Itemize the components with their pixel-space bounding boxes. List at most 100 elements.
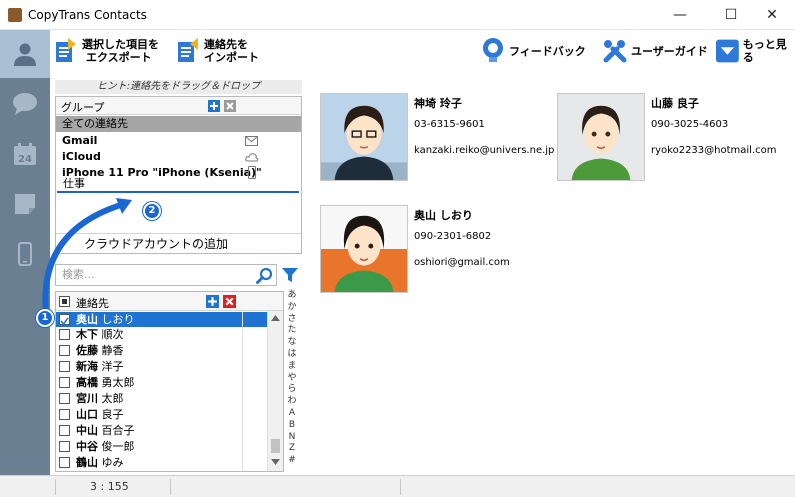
maximize-button[interactable]: ☐ <box>708 0 754 30</box>
export-selected-button[interactable]: 選択した項目を エクスポート <box>54 34 159 68</box>
chat-bubble-icon <box>13 93 37 115</box>
filter-icon[interactable] <box>281 266 299 284</box>
nav-calendar-button[interactable]: 24 <box>0 130 50 178</box>
contact-checkbox[interactable] <box>59 441 70 452</box>
contact-row[interactable]: 中谷 俊一郎 <box>56 439 267 454</box>
delete-group-icon[interactable] <box>224 100 236 112</box>
nav-contacts-button[interactable] <box>0 30 50 78</box>
contact-last-name: 山口 <box>76 408 98 421</box>
contact-first-name: 勇太郎 <box>101 376 135 389</box>
alpha-index-item[interactable]: た <box>286 325 298 337</box>
alpha-index-item[interactable]: A <box>286 408 298 420</box>
contacts-scrollbar[interactable] <box>267 311 283 471</box>
contact-row[interactable]: 高橋 勇太郎 <box>56 375 267 390</box>
chevron-down-icon <box>716 39 739 63</box>
contact-row[interactable]: 山口 良子 <box>56 407 267 422</box>
status-count: 3 : 155 <box>90 480 129 493</box>
contact-last-name: 中谷 <box>76 440 98 453</box>
add-group-icon[interactable] <box>208 100 220 112</box>
alpha-index-item[interactable]: # <box>286 455 298 467</box>
column-separator <box>242 311 243 471</box>
gmail-icon <box>245 136 258 146</box>
scroll-up-icon[interactable] <box>271 315 280 321</box>
add-contact-icon[interactable] <box>206 295 219 308</box>
alpha-index-item[interactable]: B <box>286 420 298 432</box>
tools-icon <box>603 40 627 63</box>
contact-row[interactable]: 新海 洋子 <box>56 359 267 374</box>
contact-checkbox[interactable] <box>59 425 70 436</box>
alpha-index-item[interactable]: や <box>286 373 298 385</box>
drag-drop-hint: ヒント:連絡先をドラッグ＆ドロップ <box>55 80 302 94</box>
window-title: CopyTrans Contacts <box>28 8 147 22</box>
groups-header: グループ <box>56 97 301 115</box>
export-icon <box>56 38 76 62</box>
contact-checkbox[interactable] <box>59 377 70 388</box>
contact-checkbox[interactable] <box>59 361 70 372</box>
export-label-line2: エクスポート <box>86 51 152 64</box>
minimize-button[interactable]: — <box>657 0 703 30</box>
cloud-icon <box>245 153 259 162</box>
contact-last-name: 新海 <box>76 360 98 373</box>
contact-first-name: 順次 <box>101 328 124 341</box>
contact-row[interactable]: 木下 順次 <box>56 327 267 342</box>
contact-photo-avatar <box>320 93 408 181</box>
contact-card[interactable]: 奥山 しおり 090-2301-6802 oshiori@gmail.com <box>320 205 550 305</box>
contact-last-name: 宮川 <box>76 392 98 405</box>
alpha-index-item[interactable]: あ <box>286 290 298 302</box>
alpha-index-item[interactable]: ら <box>286 384 298 396</box>
contact-checkbox[interactable] <box>59 345 70 356</box>
card-phone: 090-2301-6802 <box>414 231 492 242</box>
contact-checkbox[interactable] <box>59 409 70 420</box>
contact-row[interactable]: 中山 百合子 <box>56 423 267 438</box>
person-icon <box>14 43 36 66</box>
group-icloud-label: iCloud <box>62 150 101 163</box>
import-label-line2: インポート <box>204 51 259 64</box>
group-gmail-label: Gmail <box>62 134 98 147</box>
card-email: ryoko2233@hotmail.com <box>651 145 777 156</box>
contact-checkbox[interactable] <box>59 393 70 404</box>
calendar-icon: 24 <box>14 143 36 165</box>
nav-messages-button[interactable] <box>0 80 50 128</box>
contact-last-name: 中山 <box>76 424 98 437</box>
scrollbar-thumb[interactable] <box>271 439 280 453</box>
alpha-index-item[interactable]: か <box>286 302 298 314</box>
contact-row[interactable]: 鶴山 ゆみ <box>56 455 267 470</box>
alpha-index-item[interactable]: Z <box>286 443 298 455</box>
card-phone: 03-6315-9601 <box>414 119 485 130</box>
import-contacts-button[interactable]: 連絡先を インポート <box>176 34 259 68</box>
alphabet-index: あ か さ た な は ま や ら わ A B N Z # <box>286 290 298 474</box>
import-label-line1: 連絡先を <box>204 38 248 51</box>
contact-row[interactable]: 宮川 太郎 <box>56 391 267 406</box>
export-label-line1: 選択した項目を <box>82 38 159 51</box>
contact-card[interactable]: 神埼 玲子 03-6315-9601 kanzaki.reiko@univers… <box>320 93 554 193</box>
delete-contact-icon[interactable] <box>223 295 236 308</box>
contact-checkbox[interactable] <box>59 457 70 468</box>
alpha-index-item[interactable]: N <box>286 432 298 444</box>
user-guide-button[interactable]: ユーザーガイド <box>603 34 708 68</box>
alpha-index-item[interactable]: は <box>286 349 298 361</box>
card-name: 神埼 玲子 <box>414 97 462 110</box>
contact-last-name: 高橋 <box>76 376 98 389</box>
contact-first-name: 百合子 <box>101 424 135 437</box>
contact-card[interactable]: 山藤 良子 090-3025-4603 ryoko2233@hotmail.co… <box>557 93 787 193</box>
search-icon[interactable] <box>256 267 274 285</box>
group-icloud[interactable]: iCloud <box>56 149 301 165</box>
scroll-down-icon[interactable] <box>271 459 280 465</box>
contact-checkbox[interactable] <box>59 329 70 340</box>
step-2-badge: 2 <box>143 202 161 220</box>
contact-row[interactable]: 佐藤 静香 <box>56 343 267 358</box>
card-email: oshiori@gmail.com <box>414 257 510 268</box>
card-email: kanzaki.reiko@univers.ne.jp <box>414 145 555 156</box>
alpha-index-item[interactable]: な <box>286 337 298 349</box>
alpha-index-item[interactable]: ま <box>286 361 298 373</box>
groups-header-label: グループ <box>61 101 105 114</box>
close-button[interactable]: ✕ <box>749 0 795 30</box>
group-all-contacts[interactable]: 全ての連絡先 <box>56 116 301 132</box>
group-gmail[interactable]: Gmail <box>56 133 301 149</box>
contact-first-name: 太郎 <box>101 392 124 405</box>
alpha-index-item[interactable]: さ <box>286 314 298 326</box>
more-button[interactable]: もっと見る <box>716 34 795 68</box>
alpha-index-item[interactable]: わ <box>286 396 298 408</box>
feedback-button[interactable]: フィードバック <box>481 34 586 68</box>
import-icon <box>178 38 198 62</box>
